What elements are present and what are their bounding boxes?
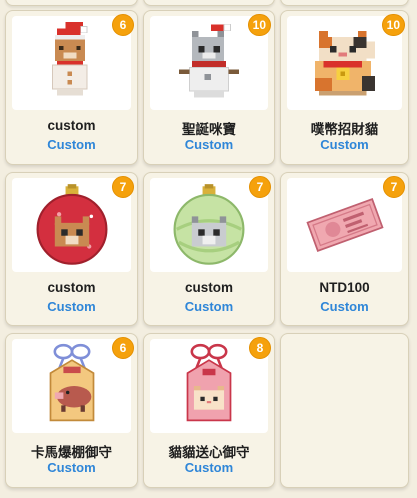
item-card[interactable]: 10 噗幣招財貓 Custom (280, 10, 409, 165)
previous-row-partial (0, 0, 417, 8)
count-badge: 6 (112, 14, 134, 36)
item-card[interactable]: 7 NTD100 Custom (280, 172, 409, 326)
snowman-cat-santa-hat-icon (51, 22, 88, 96)
count-badge: 7 (112, 176, 134, 198)
count-badge: 8 (249, 337, 271, 359)
red-ornament-cat-icon (36, 184, 107, 265)
empty-slot (280, 333, 409, 488)
item-creator[interactable]: Custom (144, 299, 274, 314)
item-name: custom (47, 118, 96, 133)
partial-card[interactable] (280, 0, 409, 6)
item-card[interactable]: 6 custom Custom (5, 10, 138, 165)
count-badge: 7 (249, 176, 271, 198)
item-creator[interactable]: Custom (6, 299, 137, 314)
lucky-cat-coin-icon (314, 30, 375, 96)
sticker-grid: 6 custom Custom 10 聖誕咪寶 Custom 10 噗幣招財貓 … (5, 10, 409, 488)
item-card[interactable]: 7 custom Custom (143, 172, 275, 326)
item-name: 噗幣招財貓 (310, 122, 379, 137)
item-card[interactable]: 10 聖誕咪寶 Custom (143, 10, 275, 165)
item-name: 貓貓送心御守 (168, 445, 250, 460)
banknote-icon (305, 197, 384, 253)
green-ornament-cat-icon (173, 184, 245, 265)
cat-omamori-pink-icon (186, 343, 232, 422)
partial-card[interactable] (5, 0, 138, 6)
item-name: custom (47, 280, 96, 295)
count-badge: 6 (112, 337, 134, 359)
item-name: custom (184, 280, 233, 295)
item-card[interactable]: 7 custom Custom (5, 172, 138, 326)
item-card[interactable]: 8 貓貓送心御守 Custom (143, 333, 275, 488)
item-name: 卡馬爆棚御守 (31, 445, 112, 460)
partial-card[interactable] (143, 0, 275, 6)
item-creator[interactable]: Custom (144, 137, 274, 152)
count-badge: 10 (247, 14, 271, 36)
item-creator[interactable]: Custom (6, 460, 137, 475)
item-creator[interactable]: Custom (281, 137, 408, 152)
item-name: NTD100 (319, 280, 370, 295)
count-badge: 10 (381, 14, 405, 36)
item-creator[interactable]: Custom (144, 460, 274, 475)
item-creator[interactable]: Custom (6, 137, 137, 152)
item-creator[interactable]: Custom (281, 299, 408, 314)
count-badge: 7 (383, 176, 405, 198)
item-card[interactable]: 6 卡馬爆棚御守 Custom (5, 333, 138, 488)
boar-omamori-icon (49, 343, 94, 422)
grey-cat-snowman-icon (178, 23, 240, 98)
item-name: 聖誕咪寶 (182, 122, 236, 137)
